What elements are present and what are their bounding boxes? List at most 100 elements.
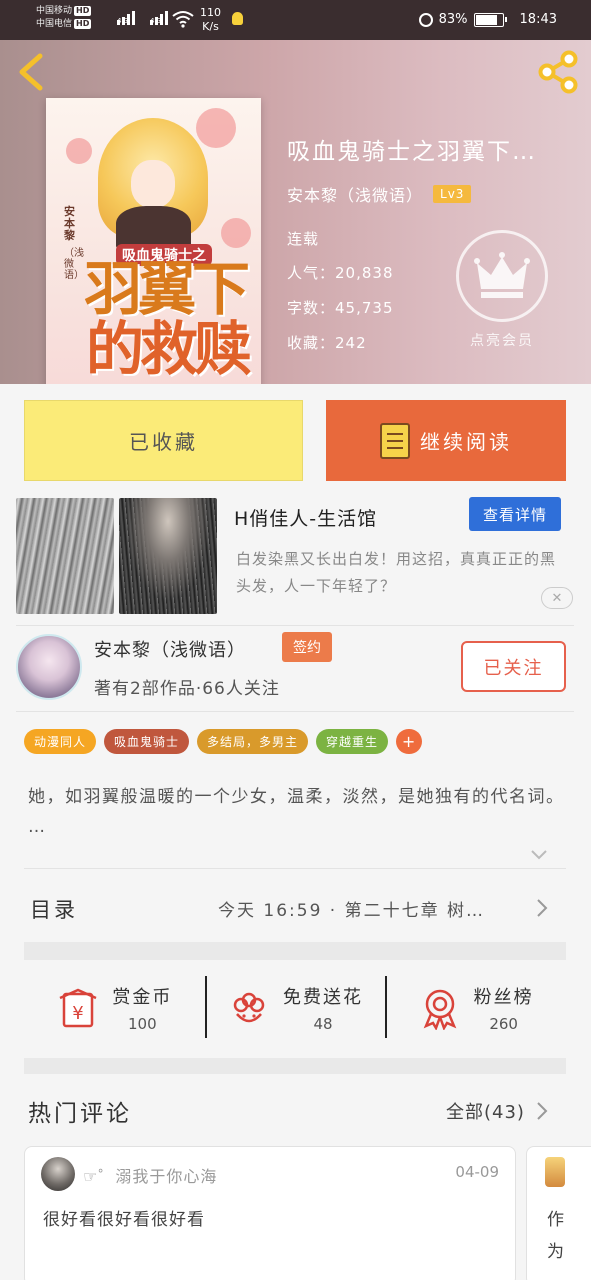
gift-value-fans: 260 <box>489 1015 518 1033</box>
tag-list: 动漫同人 吸血鬼骑士 多结局，多男主 穿越重生 + <box>24 729 423 754</box>
medal-icon <box>423 989 457 1030</box>
gift-value-flowers: 48 <box>313 1015 333 1033</box>
network-type-1: 4G <box>117 16 129 25</box>
author-name[interactable]: 安本黎（浅微语） <box>94 636 246 662</box>
author-meta: 著有2部作品·66人关注 <box>94 679 280 699</box>
popularity-label: 人气： <box>287 264 336 282</box>
cover-title-line1: 羽翼下 <box>84 255 250 323</box>
ad-detail-button[interactable]: 查看详情 <box>469 497 561 531</box>
favorites-label: 收藏： <box>287 334 336 352</box>
close-icon[interactable]: ✕ <box>541 587 573 609</box>
battery-icon <box>473 12 507 27</box>
gift-flowers[interactable]: 免费送花 48 <box>204 960 386 1056</box>
gift-bar: ¥ 赏金币 100 免费送花 48 粉丝榜 260 <box>24 960 566 1056</box>
comments-header: 热门评论 全部(43) <box>0 1086 591 1136</box>
commenter-avatar[interactable] <box>41 1157 75 1191</box>
divider <box>16 625 574 626</box>
hd-badge-1: HD <box>74 6 92 16</box>
gift-label-fans: 粉丝榜 <box>473 987 534 1008</box>
signal-icon: 4G <box>117 11 135 25</box>
ad-description: 白发染黑又长出白发！用这招，真真正正的黑头发，人一下年轻了？ <box>236 550 557 595</box>
comment-text: 为 <box>547 1242 564 1262</box>
network-speed-unit: K/s <box>202 20 219 33</box>
book-header: 安本黎 （浅微语） 吸血鬼骑士之 羽翼下 的救赎 吸血鬼骑士之羽翼下… 安本黎（… <box>0 40 591 384</box>
commenter-name[interactable]: ☞゜溺我于你心海 <box>83 1163 217 1187</box>
action-area: 已收藏 继续阅读 <box>0 384 591 484</box>
chevron-right-icon[interactable] <box>535 1100 549 1122</box>
chevron-right-icon <box>537 899 548 917</box>
gift-coins[interactable]: ¥ 赏金币 100 <box>24 960 205 1056</box>
cover-author: 安本黎 <box>64 205 75 242</box>
author-avatar[interactable] <box>16 634 82 700</box>
comment-text: 很好看很好看很好看 <box>43 1210 205 1230</box>
comments-title: 热门评论 <box>28 1101 132 1127</box>
lightbulb-icon <box>232 12 243 25</box>
book-title: 吸血鬼骑士之羽翼下… <box>287 139 537 165</box>
level-badge: Lv3 <box>433 185 472 203</box>
gift-label-flowers: 免费送花 <box>283 987 363 1008</box>
back-arrow-icon[interactable] <box>14 52 50 92</box>
continue-reading-label: 继续阅读 <box>420 430 512 454</box>
gift-fans[interactable]: 粉丝榜 260 <box>385 960 566 1056</box>
comments-all-link[interactable]: 全部(43) <box>446 1098 525 1124</box>
follow-button[interactable]: 已关注 <box>461 641 566 692</box>
book-word-count: 字数：45,735 <box>287 297 394 318</box>
tag-chip[interactable]: 穿越重生 <box>316 729 389 754</box>
ad-image-gray-hair <box>16 498 114 614</box>
ad-title: H俏佳人-生活馆 <box>234 508 378 530</box>
tag-chip[interactable]: 多结局，多男主 <box>197 729 309 754</box>
continue-reading-button[interactable]: 继续阅读 <box>326 400 566 481</box>
ad-banner[interactable]: H俏佳人-生活馆 查看详情 白发染黑又长出白发！用这招，真真正正的黑头发，人一下… <box>0 492 591 622</box>
collected-label: 已收藏 <box>129 430 198 454</box>
book-icon <box>380 422 410 459</box>
chevron-down-icon[interactable] <box>530 845 548 863</box>
collected-button[interactable]: 已收藏 <box>24 400 303 481</box>
carrier-2: 中国电信 <box>36 19 73 29</box>
catalog-label: 目录 <box>30 898 78 922</box>
book-status: 连载 <box>287 230 320 248</box>
cover-pen-name: （浅微语） <box>64 248 84 281</box>
add-tag-button[interactable]: + <box>396 729 423 754</box>
book-synopsis[interactable]: 她，如羽翼般温暖的一个少女，温柔，淡然，是她独有的代名词。 … <box>28 782 568 842</box>
network-type-2: 4G <box>150 16 162 25</box>
cover-title-line2: 的救赎 <box>86 315 252 383</box>
signed-badge: 签约 <box>282 632 332 662</box>
network-speed-value: 110 <box>200 6 221 19</box>
section-separator <box>24 1058 566 1074</box>
catalog-row[interactable]: 目录 今天 16:59 · 第二十七章 树… <box>0 870 591 942</box>
commenter-avatar[interactable] <box>545 1157 565 1187</box>
ad-image-black-hair <box>119 498 217 614</box>
carrier-1: 中国移动 <box>36 6 73 16</box>
comment-card[interactable]: 作 为 <box>526 1146 591 1280</box>
vip-label: 点亮会员 <box>470 333 534 349</box>
favorites-value: 242 <box>335 334 367 352</box>
divider <box>16 711 574 712</box>
cover-character-face <box>131 160 175 208</box>
author-section: 安本黎（浅微语） 签约 著有2部作品·66人关注 已关注 <box>0 628 591 712</box>
section-separator <box>24 942 566 960</box>
share-icon[interactable] <box>535 50 581 94</box>
words-value: 45,735 <box>335 299 394 317</box>
book-cover[interactable]: 安本黎 （浅微语） 吸血鬼骑士之 羽翼下 的救赎 <box>46 98 261 384</box>
book-author-line: 安本黎（浅微语） Lv3 <box>287 182 472 206</box>
book-popularity: 人气：20,838 <box>287 262 394 283</box>
status-bar: 中国移动 HD 中国电信 HD 4G 4G 110 K/s 83% 18:43 <box>0 0 591 40</box>
book-favorites: 收藏：242 <box>287 332 367 353</box>
comment-date: 04-09 <box>455 1163 499 1181</box>
clock: 18:43 <box>519 12 557 27</box>
comment-text: 作 <box>547 1210 564 1230</box>
divider <box>24 868 566 869</box>
vip-button[interactable]: 点亮会员 <box>455 230 549 350</box>
crown-icon <box>456 230 548 322</box>
popularity-value: 20,838 <box>335 264 394 282</box>
latest-chapter: 今天 16:59 · 第二十七章 树… <box>218 901 486 921</box>
tag-chip[interactable]: 吸血鬼骑士 <box>104 729 190 754</box>
network-speed: 110 K/s <box>200 6 221 34</box>
signal-icon: 4G <box>150 11 168 25</box>
book-author[interactable]: 安本黎（浅微语） <box>287 182 423 206</box>
wifi-icon <box>172 11 194 28</box>
comment-card[interactable]: ☞゜溺我于你心海 04-09 很好看很好看很好看 <box>24 1146 516 1280</box>
gift-label-coins: 赏金币 <box>112 987 173 1008</box>
carrier-info: 中国移动 HD 中国电信 HD <box>36 5 92 31</box>
tag-chip[interactable]: 动漫同人 <box>24 729 97 754</box>
